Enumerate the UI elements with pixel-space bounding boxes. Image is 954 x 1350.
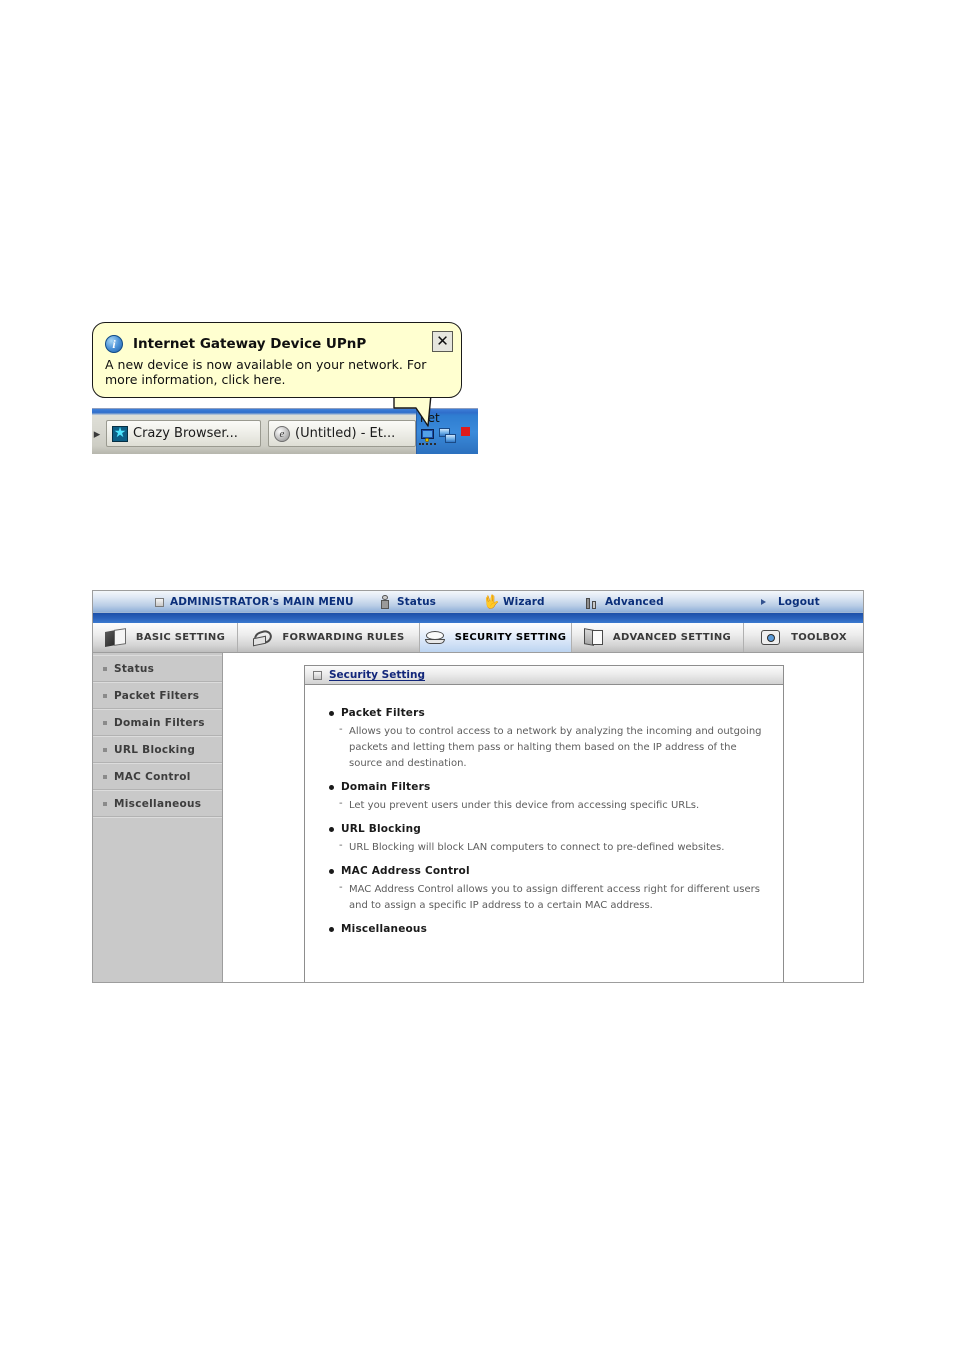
- section-miscellaneous: Miscellaneous: [327, 923, 767, 935]
- sidebar-item-label: URL Blocking: [114, 743, 196, 756]
- topnav-administrator-main-menu[interactable]: ADMINISTRATOR's MAIN MENU: [155, 591, 354, 613]
- red-flag-icon[interactable]: [461, 427, 470, 436]
- section-description: MAC Address Control allows you to assign…: [327, 880, 767, 914]
- tab-label: ADVANCED SETTING: [612, 632, 732, 643]
- content-area: Security Setting Packet Filters Allows y…: [223, 653, 863, 982]
- tab-advanced-setting[interactable]: ADVANCED SETTING: [572, 623, 744, 652]
- taskbar-button-label: Crazy Browser...: [133, 426, 238, 441]
- topnav-advanced[interactable]: Advanced: [585, 591, 664, 613]
- bullet-icon: [103, 774, 107, 779]
- topnav-status[interactable]: Status: [378, 591, 436, 613]
- activity-dot: [425, 438, 429, 442]
- section-title: Miscellaneous: [327, 923, 767, 935]
- bullet-icon: [103, 693, 107, 698]
- sidebar-item-label: Status: [114, 662, 155, 675]
- square-icon: [313, 670, 322, 680]
- sidebar-item-label: Miscellaneous: [114, 797, 202, 810]
- network-computer-icon[interactable]: [419, 429, 437, 445]
- taskbar-button-label: (Untitled) - Et...: [295, 426, 396, 441]
- book-icon: [105, 629, 127, 647]
- loop-icon: [252, 629, 273, 646]
- balloon-message: A new device is now available on your ne…: [105, 357, 427, 387]
- sidebar-menu: Status Packet Filters Domain Filters URL…: [93, 653, 223, 982]
- shield-icon: [424, 630, 446, 646]
- section-title: Domain Filters: [327, 781, 767, 793]
- person-icon: [378, 595, 391, 609]
- upnp-balloon[interactable]: Internet Gateway Device UPnP ✕ A new dev…: [92, 322, 462, 398]
- topnav-wizard[interactable]: Wizard: [483, 591, 545, 613]
- section-domain-filters: Domain Filters Let you prevent users und…: [327, 781, 767, 814]
- wand-icon: [483, 596, 497, 609]
- top-menu-bar: ADMINISTRATOR's MAIN MENU Status Wizard …: [93, 591, 863, 613]
- tab-basic-setting[interactable]: BASIC SETTING: [93, 623, 238, 652]
- close-icon[interactable]: ✕: [432, 331, 453, 352]
- tab-label: BASIC SETTING: [135, 632, 226, 643]
- section-mac-address-control: MAC Address Control MAC Address Control …: [327, 865, 767, 914]
- tab-toolbox[interactable]: TOOLBOX: [744, 623, 863, 652]
- tab-forwarding-rules[interactable]: FORWARDING RULES: [238, 623, 420, 652]
- router-admin-ui: ADMINISTRATOR's MAIN MENU Status Wizard …: [92, 590, 864, 983]
- topnav-label: Advanced: [605, 596, 664, 608]
- tab-label: SECURITY SETTING: [454, 632, 567, 643]
- triangle-right-icon: [761, 599, 772, 605]
- topnav-label: Wizard: [503, 596, 545, 608]
- balloon-title: Internet Gateway Device UPnP: [133, 336, 367, 352]
- taskbar-button-crazy-browser[interactable]: Crazy Browser...: [106, 420, 261, 447]
- globe-icon: [274, 425, 290, 442]
- star-icon: [112, 424, 128, 442]
- bullet-icon: [103, 720, 107, 725]
- taskbar-left-edge-glyph: ▸: [93, 426, 101, 441]
- tools-icon: [760, 629, 782, 647]
- bullet-icon: [103, 801, 107, 806]
- sidebar-item-packet-filters[interactable]: Packet Filters: [93, 682, 222, 709]
- upnp-notification-figure: ▸ Crazy Browser... (Untitled) - Et... ne…: [92, 322, 478, 454]
- sidebar-item-mac-control[interactable]: MAC Control: [93, 763, 222, 790]
- computer-shape-front: [445, 434, 456, 443]
- sidebar-item-miscellaneous[interactable]: Miscellaneous: [93, 790, 222, 817]
- ui-body: Status Packet Filters Domain Filters URL…: [93, 653, 863, 982]
- security-setting-panel: Security Setting Packet Filters Allows y…: [304, 665, 784, 982]
- two-computers-icon[interactable]: [439, 428, 457, 445]
- sidebar-item-label: Domain Filters: [114, 716, 205, 729]
- section-description: Let you prevent users under this device …: [327, 796, 767, 814]
- chart-icon: [585, 596, 599, 609]
- sidebar-item-status[interactable]: Status: [93, 655, 222, 682]
- section-title: Packet Filters: [327, 707, 767, 719]
- sidebar-item-domain-filters[interactable]: Domain Filters: [93, 709, 222, 736]
- sidebar-item-label: MAC Control: [114, 770, 191, 783]
- sidebar-item-label: Packet Filters: [114, 689, 200, 702]
- page-title: Security Setting: [329, 669, 425, 681]
- square-icon: [155, 597, 164, 607]
- box-icon: [584, 629, 604, 647]
- main-tab-row: BASIC SETTING FORWARDING RULES SECURITY …: [93, 623, 863, 653]
- tab-label: FORWARDING RULES: [282, 632, 405, 643]
- tab-security-setting[interactable]: SECURITY SETTING: [420, 623, 572, 652]
- section-description: Allows you to control access to a networ…: [327, 722, 767, 772]
- info-icon: [105, 335, 123, 353]
- balloon-header: Internet Gateway Device UPnP: [105, 333, 451, 355]
- sidebar-filler: [93, 817, 222, 978]
- topnav-label: ADMINISTRATOR's MAIN MENU: [170, 596, 354, 608]
- blue-divider-bar: [93, 613, 863, 623]
- panel-header: Security Setting: [305, 666, 783, 685]
- bullet-icon: [103, 747, 107, 752]
- section-title: URL Blocking: [327, 823, 767, 835]
- topnav-label: Logout: [778, 596, 820, 608]
- section-title: MAC Address Control: [327, 865, 767, 877]
- section-packet-filters: Packet Filters Allows you to control acc…: [327, 707, 767, 772]
- tab-label: TOOLBOX: [791, 632, 847, 643]
- sidebar-item-url-blocking[interactable]: URL Blocking: [93, 736, 222, 763]
- panel-body: Packet Filters Allows you to control acc…: [305, 685, 783, 935]
- bullet-icon: [103, 666, 107, 671]
- section-description: URL Blocking will block LAN computers to…: [327, 838, 767, 856]
- topnav-label: Status: [397, 596, 437, 608]
- topnav-logout[interactable]: Logout: [761, 591, 820, 613]
- section-url-blocking: URL Blocking URL Blocking will block LAN…: [327, 823, 767, 856]
